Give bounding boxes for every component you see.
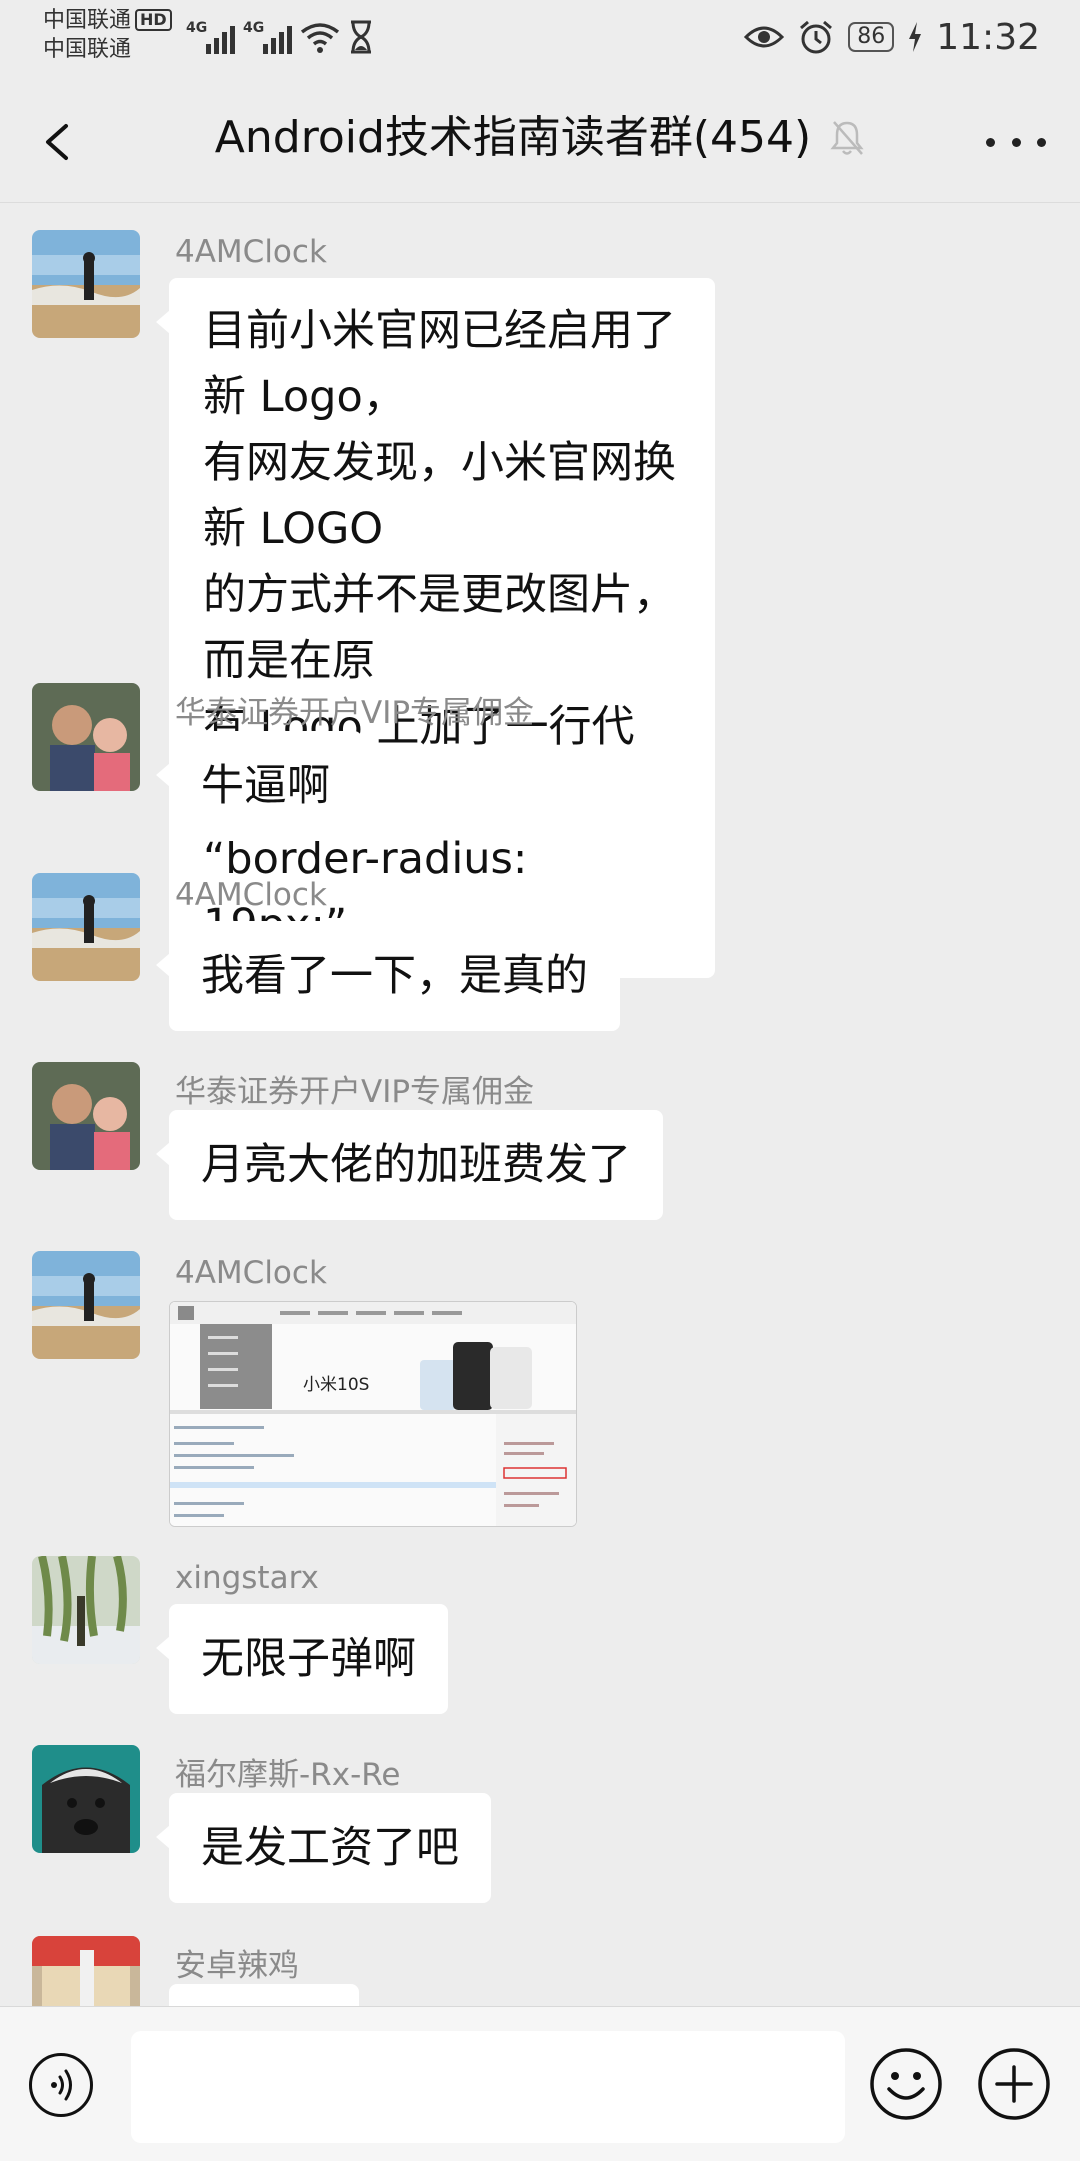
message-line: 的方式并不是更改图片，而是在原 [203,570,676,686]
message-bubble[interactable]: 牛逼啊 [156,731,362,841]
signal-indicators: 4G 4G [186,14,374,54]
sender-name: 4AMClock [175,1255,327,1291]
avatar[interactable] [32,873,140,981]
message-bubble[interactable]: 目前小米官网已经启用了新 Logo， 有网友发现，小米官网换新 LOGO 的方式… [156,278,715,978]
signal-1-label: 4G [186,20,208,36]
avatar[interactable] [32,230,140,338]
message-input[interactable] [131,2031,845,2143]
family-avatar-image [32,683,140,791]
wifi-icon [300,23,340,53]
battery-indicator: 86 [848,22,895,52]
plus-icon [978,2048,1050,2120]
voice-button[interactable] [29,2053,93,2117]
message-line: 有网友发现，小米官网换新 LOGO [203,438,676,554]
signal-2-label: 4G [243,20,265,36]
signal-2-icon: 4G [243,20,292,54]
more-dot [986,137,995,147]
plus-button[interactable] [977,2047,1051,2121]
sender-name: xingstarx [175,1560,319,1596]
avatar[interactable] [32,1062,140,1170]
voice-icon [51,2069,72,2101]
muted-bell-icon [830,121,864,155]
carrier-1: 中国联通 [43,8,132,33]
hourglass-icon [351,20,371,54]
avatar[interactable] [32,1936,140,2006]
status-bar: 中国联通 HD 中国联通 4G 4G 86 11:32 [0,0,1080,78]
beach-avatar-image [32,230,140,338]
page-title: Android技术指南读者群(454) [214,112,812,163]
sender-name: 安卓辣鸡 [175,1948,299,1984]
carrier-2: 中国联通 [43,37,132,62]
more-dot [1037,137,1046,147]
family-avatar-image [32,1062,140,1170]
chat-header: Android技术指南读者群(454) [0,78,1080,203]
avatar[interactable] [32,683,140,791]
message-item: 安卓辣鸡 [32,1936,1032,2006]
input-bar [0,2006,1080,2161]
status-right: 86 11:32 [744,12,1040,62]
message-line: 目前小米官网已经启用了新 Logo， [203,306,676,422]
sender-name: 福尔摩斯-Rx-Re [175,1757,401,1793]
clock: 11:32 [936,16,1040,58]
building-avatar-image [32,1936,140,2006]
message-bubble[interactable]: 我看了一下，是真的 [156,921,620,1031]
screenshot-thumbnail: 小米10S [170,1302,576,1526]
alarm-icon [800,20,833,54]
thumbnail-caption: 小米10S [303,1375,369,1395]
carrier-info: 中国联通 HD 中国联通 [43,6,172,64]
message-bubble[interactable] [169,1984,359,2006]
sender-name: 华泰证券开户VIP专属佣金 [175,1074,535,1110]
beach-avatar-image [32,1251,140,1359]
signal-1-icon: 4G [186,20,235,54]
image-message[interactable]: 小米10S [169,1301,577,1527]
avatar[interactable] [32,1251,140,1359]
avatar[interactable] [32,1556,140,1664]
message-bubble[interactable]: 无限子弹啊 [156,1604,448,1714]
hd-badge: HD [135,9,172,31]
charging-icon [909,22,922,52]
message-bubble[interactable]: 是发工资了吧 [156,1793,491,1903]
chat-title-area: Android技术指南读者群(454) [0,108,1080,168]
avatar[interactable] [32,1745,140,1853]
more-dot [1011,137,1021,147]
eye-icon [744,26,785,48]
sender-name: 华泰证券开户VIP专属佣金 [175,695,535,731]
message-bubble[interactable]: 月亮大佬的加班费发了 [156,1110,663,1220]
emoji-button[interactable] [869,2047,943,2121]
willow-avatar-image [32,1556,140,1664]
more-button[interactable] [986,118,1046,166]
beach-avatar-image [32,873,140,981]
emoji-icon [870,2048,942,2120]
sender-name: 4AMClock [175,234,327,270]
sender-name: 4AMClock [175,877,327,913]
honey-badger-avatar-image [32,1745,140,1853]
